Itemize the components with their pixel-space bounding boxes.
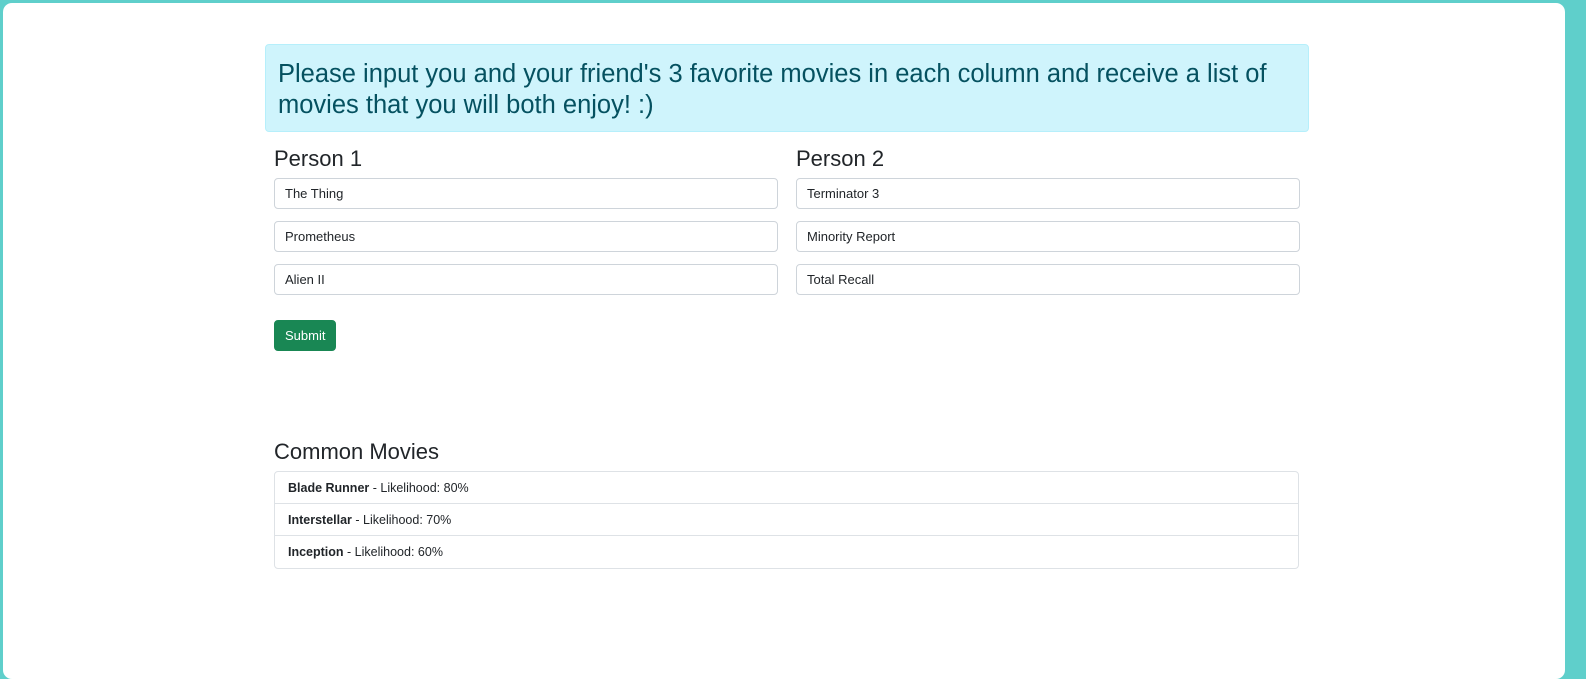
common-movies-list: Blade Runner - Likelihood: 80% Interstel… — [274, 471, 1299, 569]
person2-movie-3-input[interactable] — [796, 264, 1300, 295]
submit-button[interactable]: Submit — [274, 320, 337, 351]
movie-likelihood: - Likelihood: 80% — [369, 480, 469, 495]
person2-column: Person 2 — [796, 146, 1300, 307]
instructions-alert: Please input you and your friend's 3 fav… — [265, 44, 1309, 132]
person2-movie-2-input[interactable] — [796, 221, 1300, 252]
main-container: Please input you and your friend's 3 fav… — [265, 44, 1309, 569]
submit-row: Submit — [265, 320, 1309, 351]
list-item: Inception - Likelihood: 60% — [275, 536, 1298, 568]
results-title: Common Movies — [274, 439, 440, 464]
person1-movie-3-input[interactable] — [274, 264, 778, 295]
page-frame: Please input you and your friend's 3 fav… — [3, 3, 1565, 679]
person1-movie-1-input[interactable] — [274, 178, 778, 209]
person1-column: Person 1 — [274, 146, 778, 307]
person1-movie-2-input[interactable] — [274, 221, 778, 252]
instructions-heading: Please input you and your friend's 3 fav… — [278, 60, 1267, 119]
person1-title: Person 1 — [274, 146, 363, 171]
list-item: Interstellar - Likelihood: 70% — [275, 504, 1298, 536]
results-section: Common Movies Blade Runner - Likelihood:… — [265, 439, 1309, 569]
movie-title: Blade Runner — [288, 480, 370, 495]
movie-title: Interstellar — [288, 512, 352, 527]
person2-movie-1-input[interactable] — [796, 178, 1300, 209]
movie-likelihood: - Likelihood: 60% — [343, 545, 443, 559]
list-item: Blade Runner - Likelihood: 80% — [275, 472, 1298, 504]
persons-row: Person 1 Person 2 — [265, 146, 1309, 307]
person2-title: Person 2 — [796, 146, 885, 171]
movie-likelihood: - Likelihood: 70% — [351, 512, 452, 527]
movie-title: Inception — [288, 545, 344, 559]
